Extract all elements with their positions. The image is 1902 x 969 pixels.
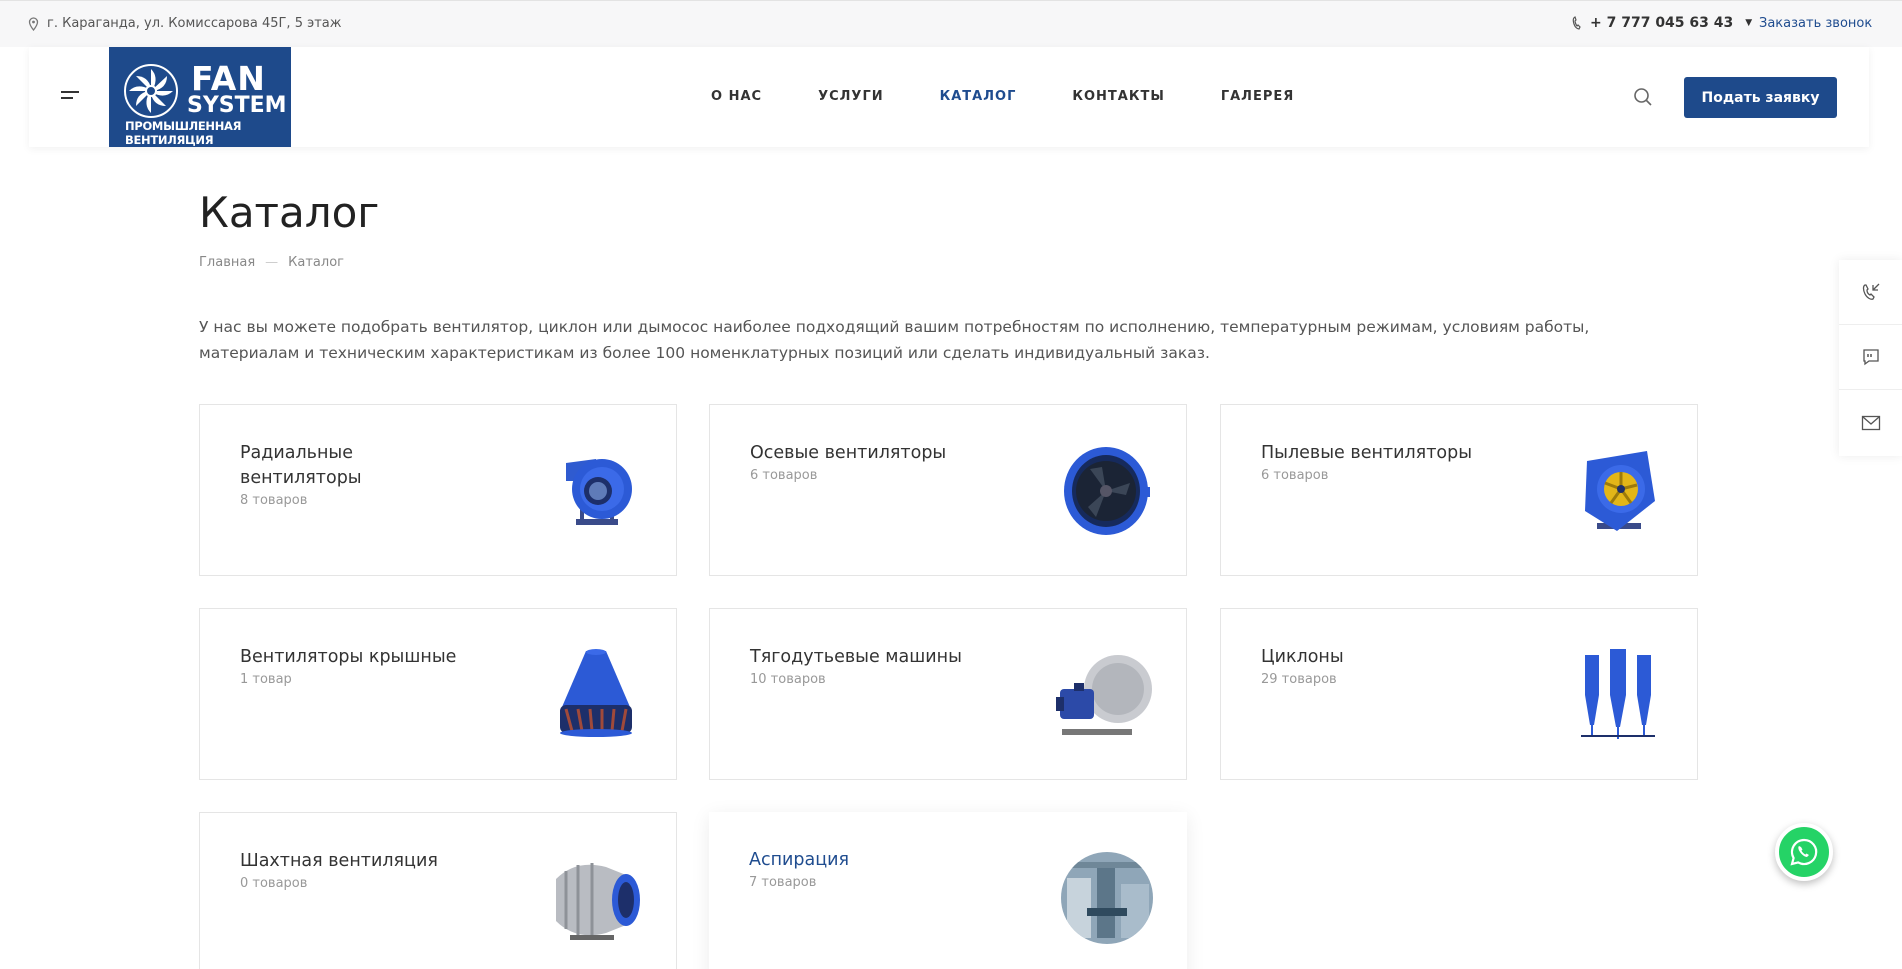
- menu-icon[interactable]: [61, 91, 79, 103]
- card-title[interactable]: Циклоны: [1261, 645, 1501, 670]
- card-title[interactable]: Вентиляторы крышные: [240, 645, 480, 670]
- mail-icon: [1861, 415, 1880, 430]
- catalog-card-radial-fans[interactable]: Радиальные вентиляторы 8 товаров: [199, 404, 677, 576]
- nav-item-contacts[interactable]: КОНТАКТЫ: [1072, 89, 1164, 104]
- catalog-card-roof-fans[interactable]: Вентиляторы крышные 1 товар: [199, 608, 677, 780]
- nav-item-services[interactable]: УСЛУГИ: [818, 89, 884, 104]
- card-count: 7 товаров: [749, 875, 817, 890]
- side-contact-panel: [1839, 260, 1902, 456]
- card-count: 10 товаров: [750, 672, 826, 687]
- dust-fan-icon: [1585, 451, 1655, 531]
- card-count: 8 товаров: [240, 493, 308, 508]
- card-title[interactable]: Шахтная вентиляция: [240, 849, 480, 874]
- card-count: 1 товар: [240, 672, 292, 687]
- address: г. Караганда, ул. Комиссарова 45Г, 5 эта…: [28, 16, 341, 31]
- phone-icon: [1572, 16, 1581, 30]
- logo-text-system: SYSTEM: [187, 93, 287, 118]
- catalog-card-draft-machines[interactable]: Тягодутьевые машины 10 товаров: [709, 608, 1187, 780]
- card-count: 6 товаров: [750, 468, 818, 483]
- card-title[interactable]: Тягодутьевые машины: [750, 645, 990, 670]
- whatsapp-button[interactable]: [1775, 823, 1833, 881]
- card-count: 6 товаров: [1261, 468, 1329, 483]
- address-text: г. Караганда, ул. Комиссарова 45Г, 5 эта…: [47, 16, 342, 31]
- roof-fan-icon: [560, 649, 632, 737]
- radial-fan-icon: [566, 459, 632, 525]
- logo-tagline: ПРОМЫШЛЕННАЯ ВЕНТИЛЯЦИЯ: [125, 119, 242, 147]
- catalog-card-dust-fans[interactable]: Пылевые вентиляторы 6 товаров: [1220, 404, 1698, 576]
- main-header: FAN SYSTEM ПРОМЫШЛЕННАЯ ВЕНТИЛЯЦИЯ О НАС…: [29, 47, 1869, 147]
- breadcrumb-home[interactable]: Главная: [199, 255, 255, 270]
- card-title[interactable]: Радиальные вентиляторы: [240, 441, 480, 491]
- phone-number[interactable]: + 7 777 045 63 43: [1590, 15, 1733, 31]
- card-count: 0 товаров: [240, 876, 308, 891]
- catalog-card-cyclones[interactable]: Циклоны 29 товаров: [1220, 608, 1698, 780]
- whatsapp-icon: [1790, 838, 1818, 866]
- incoming-call-icon: [1862, 283, 1879, 300]
- site-logo[interactable]: FAN SYSTEM ПРОМЫШЛЕННАЯ ВЕНТИЛЯЦИЯ: [109, 47, 291, 147]
- card-title[interactable]: Осевые вентиляторы: [750, 441, 990, 466]
- catalog-card-axial-fans[interactable]: Осевые вентиляторы 6 товаров: [709, 404, 1187, 576]
- nav-item-catalog[interactable]: КАТАЛОГ: [940, 89, 1017, 104]
- axial-fan-icon: [1064, 447, 1150, 535]
- nav-item-gallery[interactable]: ГАЛЕРЕЯ: [1221, 89, 1294, 104]
- card-count: 29 товаров: [1261, 672, 1337, 687]
- side-email-button[interactable]: [1839, 390, 1902, 455]
- fan-logo-icon: [124, 64, 178, 118]
- draft-machine-icon: [1056, 655, 1152, 735]
- breadcrumb-current: Каталог: [288, 255, 344, 270]
- card-title[interactable]: Аспирация: [749, 848, 989, 873]
- page-title: Каталог: [199, 188, 380, 237]
- phone[interactable]: + 7 777 045 63 43 ▼: [1572, 15, 1752, 31]
- side-callback-button[interactable]: [1839, 260, 1902, 325]
- cyclone-icon: [1581, 649, 1655, 739]
- main-nav: О НАС УСЛУГИ КАТАЛОГ КОНТАКТЫ ГАЛЕРЕЯ: [711, 89, 1294, 104]
- location-pin-icon: [28, 16, 39, 31]
- chat-quote-icon: [1862, 349, 1879, 366]
- mine-fan-icon: [556, 863, 640, 940]
- intro-text: У нас вы можете подобрать вентилятор, ци…: [199, 318, 1590, 362]
- breadcrumb-separator: —: [265, 255, 279, 270]
- catalog-card-mine-ventilation[interactable]: Шахтная вентиляция 0 товаров: [199, 812, 677, 969]
- breadcrumb: Главная — Каталог: [199, 255, 344, 270]
- catalog-card-aspiration[interactable]: Аспирация 7 товаров: [709, 812, 1187, 969]
- aspiration-icon: [1061, 852, 1153, 944]
- chevron-down-icon[interactable]: ▼: [1745, 18, 1752, 28]
- card-title[interactable]: Пылевые вентиляторы: [1261, 441, 1501, 466]
- top-bar: г. Караганда, ул. Комиссарова 45Г, 5 эта…: [0, 0, 1902, 47]
- search-icon[interactable]: [1633, 87, 1653, 107]
- nav-item-about[interactable]: О НАС: [711, 89, 762, 104]
- side-feedback-button[interactable]: [1839, 325, 1902, 390]
- apply-button[interactable]: Подать заявку: [1684, 77, 1837, 118]
- callback-link[interactable]: Заказать звонок: [1759, 16, 1872, 31]
